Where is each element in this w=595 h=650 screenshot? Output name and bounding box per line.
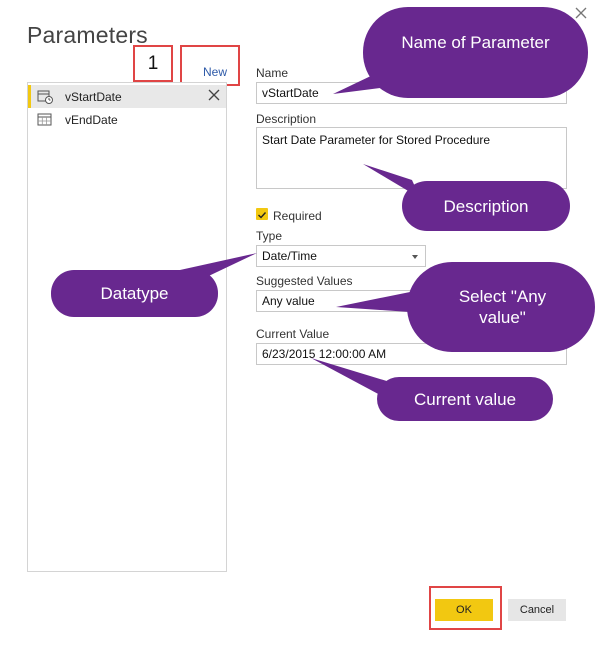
callout-select-any-text: Select "Any value" [458,287,547,327]
callout-name-text: Name of Parameter [401,33,550,52]
callout-datatype-text: Datatype [100,284,169,303]
callout-description-text: Description [443,197,529,216]
callout-current-text: Current value [413,390,517,409]
